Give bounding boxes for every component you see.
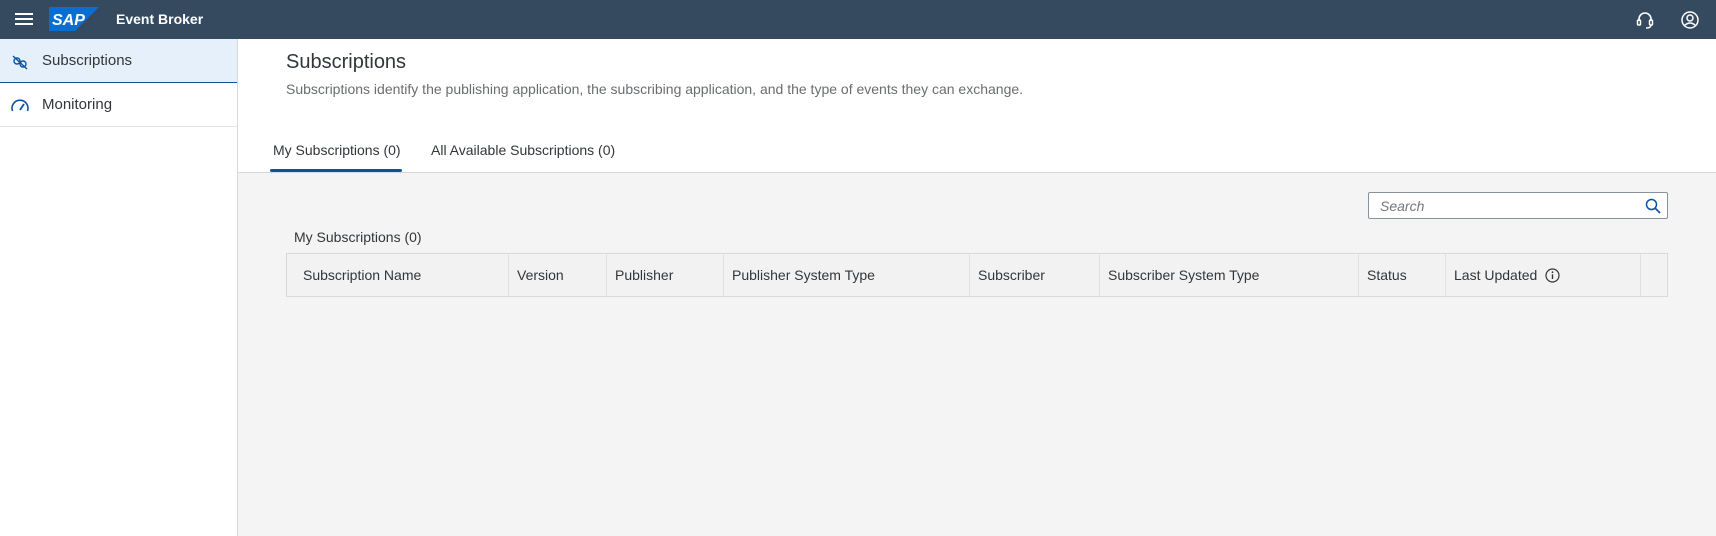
column-header-subscription-name[interactable]: Subscription Name [287, 254, 509, 296]
column-header-label: Publisher System Type [732, 267, 875, 283]
column-header-label: Subscription Name [303, 267, 422, 283]
page-title: Subscriptions [286, 51, 407, 73]
user-account-icon[interactable] [1678, 8, 1702, 32]
search-input[interactable] [1369, 193, 1639, 218]
table-header: Subscription Name Version Publisher Publ… [286, 253, 1668, 297]
headset-icon[interactable] [1633, 8, 1657, 32]
column-header-last-updated[interactable]: Last Updated [1446, 254, 1641, 296]
page-description: Subscriptions identify the publishing ap… [286, 81, 1024, 97]
search-icon[interactable] [1645, 198, 1661, 214]
shell-bar: SAP Event Broker [0, 0, 1716, 39]
column-header-subscriber[interactable]: Subscriber [970, 254, 1100, 296]
column-header-label: Status [1367, 267, 1407, 283]
column-header-publisher-system-type[interactable]: Publisher System Type [724, 254, 970, 296]
menu-icon[interactable] [14, 10, 34, 27]
column-header-subscriber-system-type[interactable]: Subscriber System Type [1100, 254, 1359, 296]
column-header-label: Publisher [615, 267, 674, 283]
search-field[interactable] [1368, 192, 1668, 219]
gauge-icon [11, 99, 29, 112]
column-header-actions [1641, 254, 1667, 296]
sidebar-item-label: Monitoring [42, 96, 113, 113]
product-title[interactable]: Event Broker [116, 11, 203, 27]
sap-logo[interactable]: SAP [49, 7, 99, 31]
column-header-publisher[interactable]: Publisher [607, 254, 724, 296]
sidebar-item-subscriptions[interactable]: Subscriptions [0, 39, 237, 83]
column-header-label: Subscriber [978, 267, 1045, 283]
sap-logo-text: SAP [52, 12, 85, 29]
column-header-label: Last Updated [1454, 267, 1538, 283]
active-tab-indicator [270, 169, 402, 172]
tab-my-subscriptions[interactable]: My Subscriptions (0) [273, 142, 401, 158]
column-header-label: Version [517, 267, 564, 283]
sidebar-item-label: Subscriptions [42, 52, 133, 69]
column-header-status[interactable]: Status [1359, 254, 1446, 296]
sidebar-item-monitoring[interactable]: Monitoring [0, 83, 237, 127]
side-navigation: Subscriptions Monitoring [0, 39, 238, 536]
subscriptions-icon [12, 55, 28, 70]
page-header: Subscriptions Subscriptions identify the… [238, 39, 1716, 173]
table-title: My Subscriptions (0) [294, 229, 422, 245]
main-content: Subscriptions Subscriptions identify the… [238, 39, 1716, 536]
column-header-label: Subscriber System Type [1108, 267, 1260, 283]
column-header-version[interactable]: Version [509, 254, 607, 296]
info-icon[interactable] [1545, 267, 1560, 283]
tab-all-available-subscriptions[interactable]: All Available Subscriptions (0) [431, 142, 615, 158]
